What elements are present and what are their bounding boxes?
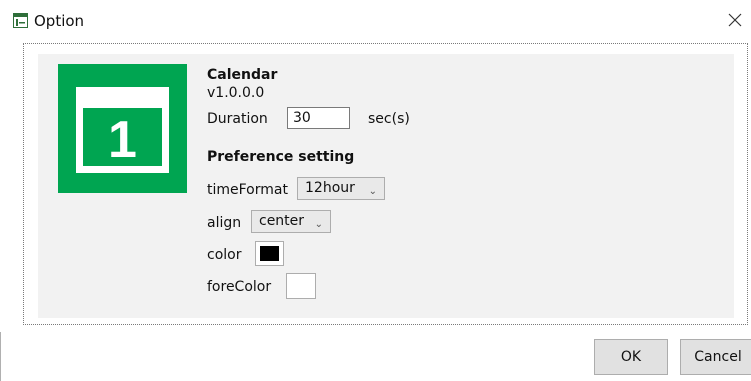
- chevron-down-icon: ⌄: [314, 219, 323, 230]
- color-swatch-button[interactable]: [255, 241, 284, 266]
- align-value: center: [259, 213, 305, 229]
- color-swatch: [260, 246, 279, 261]
- cancel-button[interactable]: Cancel: [680, 339, 751, 375]
- preference-heading: Preference setting: [207, 149, 355, 165]
- close-button[interactable]: [719, 3, 751, 39]
- plugin-version: v1.0.0.0: [207, 85, 265, 101]
- align-select[interactable]: center ⌄: [251, 210, 331, 233]
- time-format-label: timeFormat: [207, 182, 288, 198]
- chevron-down-icon: ⌄: [368, 186, 377, 197]
- plugin-details-area: 1 Calendar v1.0.0.0 Duration sec(s) Pref…: [38, 54, 734, 318]
- options-panel: 1 Calendar v1.0.0.0 Duration sec(s) Pref…: [23, 43, 748, 325]
- duration-unit: sec(s): [368, 111, 410, 127]
- close-icon: [728, 12, 742, 31]
- plugin-name: Calendar: [207, 67, 278, 83]
- duration-label: Duration: [207, 111, 268, 127]
- window-title: Option: [34, 12, 85, 30]
- window-edge: [0, 332, 1, 381]
- color-label: color: [207, 247, 242, 263]
- fore-color-swatch: [291, 278, 310, 293]
- svg-text:1: 1: [108, 111, 137, 169]
- fore-color-swatch-button[interactable]: [286, 273, 316, 299]
- time-format-value: 12hour: [305, 180, 355, 196]
- ok-button[interactable]: OK: [594, 339, 668, 375]
- duration-input[interactable]: [287, 107, 350, 129]
- fore-color-label: foreColor: [207, 279, 272, 295]
- calendar-icon: 1: [58, 64, 187, 193]
- time-format-select[interactable]: 12hour ⌄: [297, 177, 385, 200]
- align-label: align: [207, 215, 242, 231]
- title-bar: Option: [0, 0, 751, 44]
- app-window-icon: [13, 13, 28, 28]
